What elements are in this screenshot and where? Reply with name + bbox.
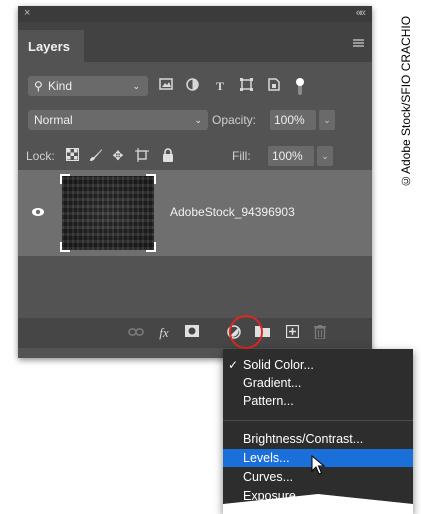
link-layers-icon[interactable]: [128, 325, 144, 341]
torn-edge: [223, 494, 413, 514]
collapse-panel-button[interactable]: ««: [356, 7, 366, 19]
panel-title-bar: × ««: [18, 6, 372, 22]
chevron-down-icon: ⌄: [132, 81, 140, 91]
checkmark-icon: ✓: [228, 358, 239, 372]
blend-opacity-row: Normal ⌄ Opacity: 100% ⌄: [28, 110, 358, 132]
layer-row[interactable]: AdobeStock_94396903: [18, 170, 372, 256]
tab-layers[interactable]: Layers: [18, 30, 84, 62]
panel-tab-bar: Layers: [18, 22, 372, 62]
adjustment-filter-icon[interactable]: [184, 78, 200, 94]
close-panel-button[interactable]: ×: [24, 7, 30, 19]
pixel-filter-icon[interactable]: [158, 78, 174, 94]
add-mask-icon[interactable]: [184, 325, 200, 341]
thumb-corner: [60, 242, 70, 252]
menu-item-label: Brightness/Contrast...: [243, 432, 364, 446]
lock-image-pixels-icon[interactable]: [88, 148, 104, 164]
menu-item-solid-color[interactable]: ✓ Solid Color...: [223, 356, 413, 374]
blend-mode-select[interactable]: Normal ⌄: [28, 110, 208, 130]
menu-separator: [223, 420, 413, 421]
shape-filter-icon[interactable]: [238, 78, 254, 94]
thumb-corner: [60, 174, 70, 184]
layers-bottom-toolbar: fx: [18, 318, 372, 348]
filter-kind-label: Kind: [48, 79, 73, 93]
menu-item-label: Levels...: [243, 451, 290, 465]
opacity-label: Opacity:: [212, 113, 257, 127]
chevron-down-icon: ⌄: [194, 115, 202, 125]
search-icon: ⚲: [34, 79, 43, 93]
panel-menu-icon[interactable]: [353, 39, 364, 47]
smart-object-filter-icon[interactable]: [266, 78, 282, 94]
lock-all-icon[interactable]: [160, 148, 176, 164]
photo-credit: ©Adobe Stock/SFIO CRACHIO: [399, 15, 413, 188]
thumb-corner: [146, 174, 156, 184]
opacity-field[interactable]: 100%: [270, 110, 316, 130]
layer-thumbnail[interactable]: [60, 174, 156, 252]
fill-slider-button[interactable]: ⌄: [317, 146, 333, 166]
delete-layer-icon[interactable]: [312, 325, 328, 341]
menu-item-pattern[interactable]: Pattern...: [223, 392, 413, 410]
blend-mode-value: Normal: [34, 113, 73, 127]
menu-item-gradient[interactable]: Gradient...: [223, 374, 413, 392]
layer-style-fx-icon[interactable]: fx: [156, 325, 172, 341]
mouse-pointer-icon: [311, 455, 326, 475]
thumb-corner: [146, 242, 156, 252]
new-layer-icon[interactable]: [284, 324, 300, 341]
filter-toggle-icon[interactable]: [292, 78, 308, 95]
menu-item-label: Solid Color...: [243, 358, 314, 372]
filter-kind-select[interactable]: ⚲ Kind ⌄: [28, 76, 148, 96]
layer-name[interactable]: AdobeStock_94396903: [170, 205, 295, 219]
lock-row: Lock: ✥ Fill: 100% ⌄: [26, 146, 356, 168]
lock-position-icon[interactable]: ✥: [110, 148, 126, 164]
type-filter-icon[interactable]: T: [212, 78, 228, 94]
highlight-circle: [229, 315, 263, 349]
fill-field[interactable]: 100%: [268, 146, 314, 166]
menu-item-brightness-contrast[interactable]: Brightness/Contrast...: [223, 430, 413, 448]
lock-artboard-icon[interactable]: [134, 148, 150, 164]
fill-label: Fill:: [232, 149, 251, 163]
visibility-eye-icon[interactable]: [31, 205, 45, 219]
menu-item-label: Gradient...: [243, 376, 302, 390]
menu-item-label: Curves...: [243, 470, 294, 484]
layers-panel: × «« Layers ⚲ Kind ⌄ T Normal ⌄ Opacity:…: [18, 6, 372, 358]
menu-item-label: Pattern...: [243, 394, 294, 408]
lock-transparent-pixels-icon[interactable]: [64, 148, 80, 164]
opacity-slider-button[interactable]: ⌄: [319, 110, 335, 130]
lock-label: Lock:: [26, 149, 55, 163]
layer-filter-row: ⚲ Kind ⌄ T: [28, 76, 368, 98]
